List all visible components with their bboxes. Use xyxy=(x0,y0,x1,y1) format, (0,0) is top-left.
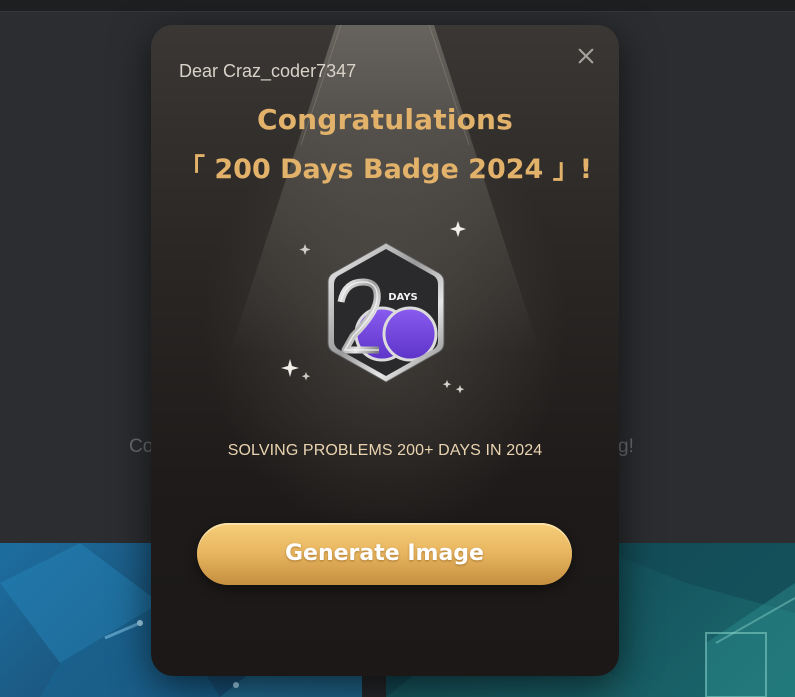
badge-name-title: 「 200 Days Badge 2024 」! xyxy=(177,154,593,185)
background-text-left: Co xyxy=(129,436,154,457)
sparkle-icon xyxy=(299,244,311,255)
congratulations-title: Congratulations xyxy=(256,103,514,136)
sparkle-icon xyxy=(455,385,465,394)
close-icon[interactable] xyxy=(574,44,598,68)
badge-award-modal: Dear Craz_coder7347 Congratulations 「 20… xyxy=(151,25,619,676)
generate-image-button[interactable]: Generate Image xyxy=(197,523,572,585)
background-text-right: g! xyxy=(618,436,634,457)
greeting-text: Dear Craz_coder7347 xyxy=(179,61,357,81)
page-backdrop: Co g! Dear Craz_coder7347 Congratulation… xyxy=(0,0,795,697)
sparkle-icon xyxy=(281,359,299,377)
sparkle-icon xyxy=(450,221,466,237)
top-bar xyxy=(0,0,795,12)
badge-caption: SOLVING PROBLEMS 200+ DAYS IN 2024 xyxy=(227,442,543,459)
badge-days-label: DAYS xyxy=(388,292,418,303)
badge-200-days-icon: DAYS xyxy=(327,242,445,383)
sparkle-icon xyxy=(301,372,311,381)
